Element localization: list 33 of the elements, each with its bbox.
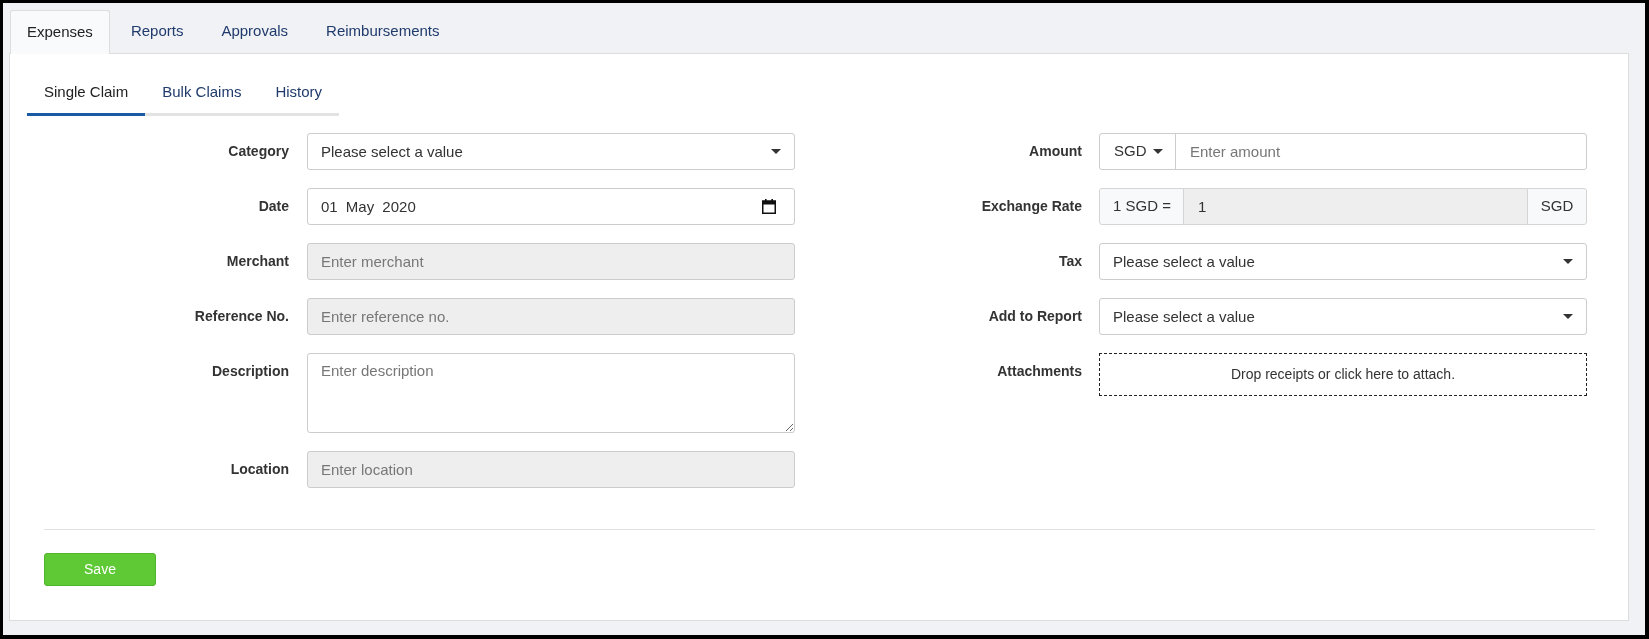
field-label: Attachments <box>997 362 1082 381</box>
field-label: Reference No. <box>194 307 289 326</box>
nav-tab[interactable]: Approvals <box>204 10 306 53</box>
field-label: Description <box>212 362 289 381</box>
rate-prefix: 1 SGD = <box>1099 188 1184 225</box>
caret-icon <box>1153 149 1163 154</box>
field-label: Tax <box>1058 252 1082 271</box>
sub-tab[interactable]: History <box>258 72 340 116</box>
input-field[interactable]: Enter amount <box>1175 133 1587 170</box>
currency-suffix: SGD <box>1527 188 1587 225</box>
field-label: Exchange Rate <box>981 197 1082 216</box>
field-label: Merchant <box>226 252 289 271</box>
sub-tab[interactable]: Bulk Claims <box>145 72 259 116</box>
nav-tab[interactable]: Reports <box>113 10 201 53</box>
caret-icon <box>1563 314 1573 319</box>
nav-tab[interactable]: Expenses <box>10 10 110 54</box>
sub-tab[interactable]: Single Claim <box>27 72 146 116</box>
text-area[interactable]: Enter description <box>307 353 795 433</box>
nav-tab[interactable]: Reimbursements <box>309 10 457 53</box>
field-label: Category <box>228 142 289 161</box>
currency-dropdown[interactable]: SGD <box>1099 133 1176 170</box>
calendar-icon[interactable] <box>762 199 776 214</box>
caret-icon <box>771 149 781 154</box>
field-label: Amount <box>1029 142 1082 161</box>
field-label: Add to Report <box>988 307 1082 326</box>
date-field[interactable]: 01 May 2020 <box>307 188 795 225</box>
attachment-dropzone[interactable]: Drop receipts or click here to attach. <box>1099 353 1587 396</box>
field-label: Date <box>258 197 289 216</box>
select-dropdown[interactable]: Please select a value <box>1099 298 1587 335</box>
caret-icon <box>1563 259 1573 264</box>
select-dropdown[interactable]: Please select a value <box>307 133 795 170</box>
select-dropdown[interactable]: Please select a value <box>1099 243 1587 280</box>
field-label: Location <box>230 460 289 479</box>
